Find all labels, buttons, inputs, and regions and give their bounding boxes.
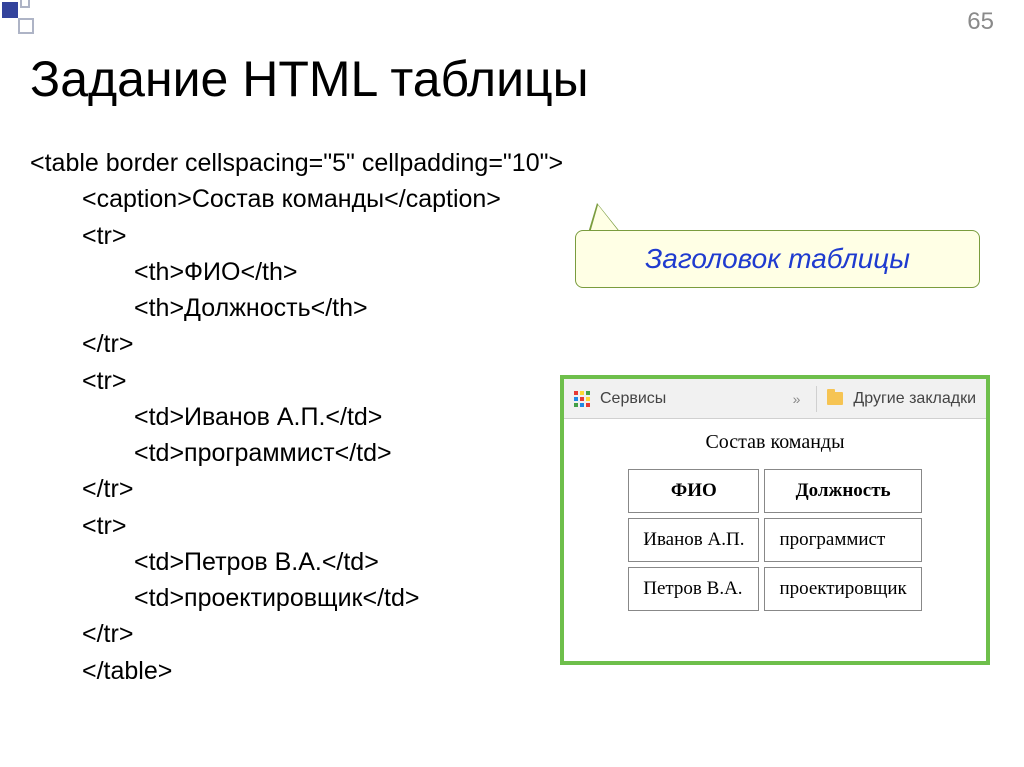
table-header-role: Должность [764, 469, 921, 513]
callout-text: Заголовок таблицы [645, 243, 910, 274]
code-line: </tr> [30, 616, 133, 652]
code-line: <tr> [30, 508, 126, 544]
code-line: <th>Должность</th> [30, 290, 368, 326]
toolbar-separator [816, 386, 817, 412]
code-line: <td>Иванов А.П.</td> [30, 399, 382, 435]
code-line: <th>ФИО</th> [30, 254, 297, 290]
preview-body: Состав команды ФИО Должность Иванов А.П.… [564, 419, 986, 628]
slide-title: Задание HTML таблицы [30, 50, 589, 108]
demo-table: ФИО Должность Иванов А.П. программист Пе… [623, 464, 927, 616]
table-row: Иванов А.П. программист [628, 518, 922, 562]
table-row: ФИО Должность [628, 469, 922, 513]
code-line: <td>проектировщик</td> [30, 580, 420, 616]
browser-toolbar: Сервисы » Другие закладки [564, 379, 986, 419]
browser-preview: Сервисы » Другие закладки Состав команды… [560, 375, 990, 665]
code-line: <table border cellspacing="5" cellpaddin… [30, 149, 563, 177]
code-line: <td>программист</td> [30, 435, 392, 471]
toolbar-services-label[interactable]: Сервисы [600, 390, 666, 408]
code-line: <tr> [30, 218, 126, 254]
code-line: </tr> [30, 326, 133, 362]
table-caption: Состав команды [580, 431, 970, 454]
callout-pointer [590, 205, 620, 233]
code-line: </tr> [30, 471, 133, 507]
folder-icon[interactable] [827, 392, 843, 405]
code-line: <td>Петров В.А.</td> [30, 544, 379, 580]
chevron-right-icon[interactable]: » [793, 391, 801, 407]
toolbar-other-bookmarks-label[interactable]: Другие закладки [853, 390, 976, 408]
corner-decoration [0, 0, 46, 40]
code-line: <caption>Состав команды</caption> [30, 181, 501, 217]
code-listing: <table border cellspacing="5" cellpaddin… [30, 145, 563, 689]
table-header-fio: ФИО [628, 469, 759, 513]
table-cell: проектировщик [764, 567, 921, 611]
page-number: 65 [967, 8, 994, 36]
table-cell: Иванов А.П. [628, 518, 759, 562]
code-line: <tr> [30, 363, 126, 399]
code-line: </table> [30, 653, 172, 689]
callout-bubble: Заголовок таблицы [575, 230, 980, 288]
table-cell: программист [764, 518, 921, 562]
table-row: Петров В.А. проектировщик [628, 567, 922, 611]
table-cell: Петров В.А. [628, 567, 759, 611]
apps-icon[interactable] [574, 391, 590, 407]
